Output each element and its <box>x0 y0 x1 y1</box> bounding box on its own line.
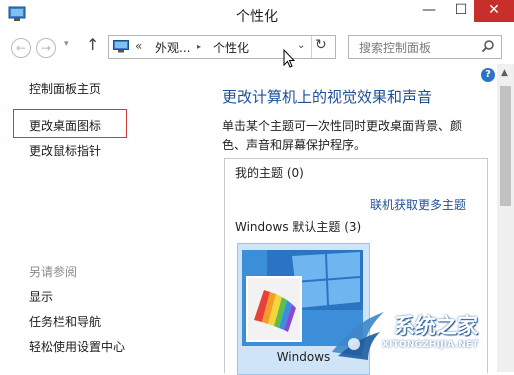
address-bar[interactable]: « 外观... ▸ 个性化 ⌄ ↻ <box>108 35 336 59</box>
taskbar-navigation-link[interactable]: 任务栏和导航 <box>29 313 101 330</box>
back-button[interactable]: ← <box>11 38 31 58</box>
navigation-bar: ← → ▾ ↑ « 外观... ▸ 个性化 ⌄ ↻ 搜索控制面板 <box>0 30 514 64</box>
my-themes-header: 我的主题 (0) <box>235 166 304 180</box>
mouse-cursor-icon <box>283 49 295 68</box>
address-overflow-chevron[interactable]: « <box>135 39 142 53</box>
change-desktop-icons-link[interactable]: 更改桌面图标 <box>29 117 101 134</box>
windows-default-themes-header: Windows 默认主题 (3) <box>235 220 362 234</box>
watermark-url: XITONGZHIJIA.NET <box>382 340 479 350</box>
control-panel-home-link[interactable]: 控制面板主页 <box>29 80 101 97</box>
help-icon[interactable]: ? <box>481 68 495 82</box>
search-icon[interactable] <box>481 39 495 53</box>
breadcrumb-separator-icon[interactable]: ▸ <box>197 42 201 51</box>
watermark-logo-icon <box>332 312 384 360</box>
search-placeholder: 搜索控制面板 <box>359 41 432 55</box>
address-divider <box>311 36 312 58</box>
watermark: 系统之家 XITONGZHIJIA.NET <box>324 300 514 370</box>
maximize-button[interactable]: ☐ <box>446 0 476 22</box>
display-link[interactable]: 显示 <box>29 288 53 305</box>
control-panel-icon <box>113 40 129 53</box>
left-navigation-pane: 控制面板主页 更改桌面图标 更改鼠标指针 另请参阅 显示 任务栏和导航 轻松使用… <box>0 64 200 372</box>
page-description: 单击某个主题可一次性同时更改桌面背景、颜色、声音和屏幕保护程序。 <box>222 119 463 152</box>
scroll-thumb[interactable] <box>500 86 511 206</box>
page-title: 更改计算机上的视觉效果和声音 <box>222 88 433 106</box>
minimize-button[interactable]: — <box>414 0 444 22</box>
see-also-header: 另请参阅 <box>29 265 78 279</box>
title-bar: 个性化 — ☐ ✕ <box>0 0 514 30</box>
up-button[interactable]: ↑ <box>86 35 99 54</box>
watermark-text: 系统之家 <box>394 314 478 338</box>
get-more-themes-online-link[interactable]: 联机获取更多主题 <box>370 196 466 213</box>
refresh-icon[interactable]: ↻ <box>315 37 327 53</box>
address-dropdown-icon[interactable]: ⌄ <box>297 40 305 51</box>
scroll-up-arrow-icon[interactable]: ▲ <box>501 68 508 78</box>
breadcrumb-appearance[interactable]: 外观... <box>155 39 190 56</box>
ease-of-access-center-link[interactable]: 轻松使用设置中心 <box>29 338 125 355</box>
breadcrumb-personalization[interactable]: 个性化 <box>213 39 249 56</box>
recent-locations-dropdown-icon[interactable]: ▾ <box>64 39 69 49</box>
change-mouse-pointers-link[interactable]: 更改鼠标指针 <box>29 142 101 159</box>
search-input[interactable]: 搜索控制面板 <box>348 35 502 59</box>
forward-button[interactable]: → <box>36 38 56 58</box>
close-button[interactable]: ✕ <box>474 0 514 22</box>
